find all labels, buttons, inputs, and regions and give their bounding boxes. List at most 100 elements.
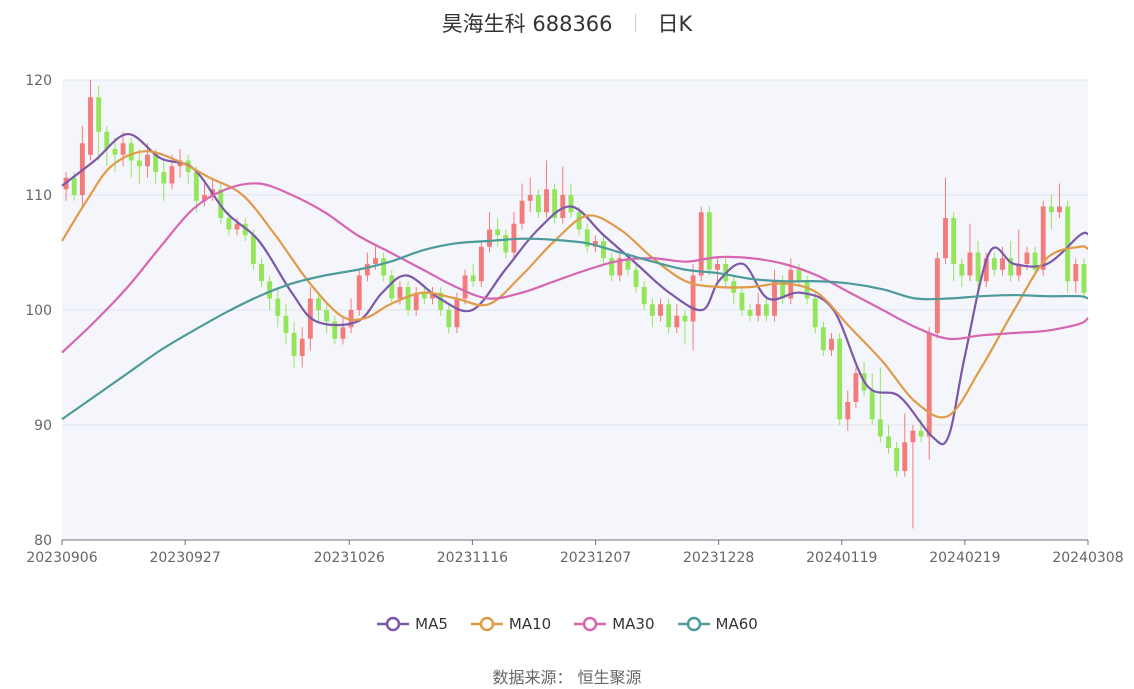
candle-body bbox=[373, 258, 378, 264]
candle-body bbox=[886, 436, 891, 448]
legend-label: MA60 bbox=[715, 615, 758, 633]
candle-body bbox=[283, 315, 289, 333]
legend-item-ma30[interactable]: MA30 bbox=[573, 615, 655, 633]
candle-body bbox=[478, 246, 484, 282]
legend-item-ma5[interactable]: MA5 bbox=[376, 615, 448, 633]
candle-body bbox=[763, 304, 769, 316]
candle-body bbox=[902, 442, 908, 471]
x-tick-label: 20231116 bbox=[437, 550, 508, 566]
candle-body bbox=[649, 304, 655, 316]
candle-body bbox=[397, 287, 403, 299]
candle-body bbox=[128, 143, 134, 161]
x-axis: 20230906 20230927 20231026 20231116 20231207… bbox=[26, 539, 1124, 566]
candle-body bbox=[487, 229, 492, 247]
candle-body bbox=[544, 189, 549, 213]
candle-body bbox=[796, 269, 802, 282]
candle-body bbox=[120, 143, 126, 155]
candle-body bbox=[975, 252, 981, 282]
candle-body bbox=[959, 264, 965, 276]
candle-body bbox=[682, 315, 688, 322]
candle-body bbox=[145, 154, 150, 167]
candle-body bbox=[820, 327, 826, 351]
candle-body bbox=[291, 333, 297, 356]
candle-body bbox=[316, 298, 321, 310]
y-axis: 120 110 100 90 80 bbox=[25, 73, 52, 549]
candle-body bbox=[535, 195, 541, 213]
legend-swatch bbox=[377, 616, 410, 632]
candle-body bbox=[275, 298, 281, 316]
candle-body bbox=[1000, 258, 1005, 270]
source-value: 恒生聚源 bbox=[577, 668, 642, 687]
candle-body bbox=[161, 172, 167, 184]
candle-body bbox=[926, 333, 932, 437]
x-tick-label: 20240119 bbox=[806, 550, 877, 566]
candle-body bbox=[169, 166, 175, 184]
candle-body bbox=[250, 235, 256, 264]
candle-body bbox=[470, 275, 476, 282]
candle-body bbox=[609, 258, 615, 276]
candle-body bbox=[96, 97, 102, 132]
x-tick-label: 20231026 bbox=[314, 550, 385, 566]
candle-body bbox=[853, 373, 859, 402]
legend-swatch bbox=[470, 616, 503, 632]
candle-body bbox=[910, 430, 916, 443]
x-tick-label: 20230927 bbox=[149, 550, 220, 566]
x-tick-label: 20230906 bbox=[26, 550, 97, 566]
candle-body bbox=[324, 310, 330, 322]
kline-chart: 1201101009080 20230906 20230927 20231026 20… bbox=[25, 73, 1124, 566]
candle-body bbox=[389, 275, 395, 299]
candle-body bbox=[991, 258, 997, 270]
candle-body bbox=[829, 338, 834, 351]
candle-body bbox=[666, 304, 672, 328]
candle-body bbox=[755, 304, 761, 316]
candle-body bbox=[658, 304, 663, 316]
candle-body bbox=[462, 275, 468, 299]
candle-body bbox=[136, 160, 142, 167]
y-tick-label: 80 bbox=[34, 533, 52, 549]
candle-body bbox=[446, 310, 452, 328]
candle-body bbox=[869, 390, 875, 420]
x-tick-label: 20231228 bbox=[683, 550, 754, 566]
candle-body bbox=[519, 200, 525, 224]
candle-body bbox=[706, 212, 712, 270]
candle-body bbox=[739, 292, 745, 310]
candle-body bbox=[503, 235, 509, 253]
candle-body bbox=[894, 448, 900, 471]
candle-body bbox=[88, 97, 93, 155]
x-tick-label: 20231207 bbox=[560, 550, 631, 566]
candle-body bbox=[633, 269, 639, 287]
candle-body bbox=[112, 149, 118, 155]
candle-body bbox=[193, 172, 199, 201]
legend-item-ma10[interactable]: MA10 bbox=[470, 615, 551, 633]
legend: MA5 MA10 MA30 MA60 bbox=[0, 612, 1134, 636]
x-tick-label: 20240219 bbox=[929, 550, 1000, 566]
legend-label: MA5 bbox=[415, 615, 448, 633]
legend-swatch bbox=[574, 616, 607, 632]
y-tick-label: 120 bbox=[25, 73, 52, 89]
candle-body bbox=[837, 338, 843, 420]
candle-body bbox=[381, 258, 387, 276]
legend-label: MA10 bbox=[508, 615, 552, 633]
candle-body bbox=[1057, 206, 1062, 213]
candle-body bbox=[698, 212, 704, 276]
candle-body bbox=[804, 281, 810, 299]
candle-body bbox=[674, 315, 680, 328]
candle-body bbox=[918, 430, 924, 437]
legend-label: MA30 bbox=[612, 615, 655, 633]
candle-body bbox=[967, 252, 973, 276]
candle-body bbox=[495, 229, 501, 236]
candle-body bbox=[71, 177, 77, 195]
candle-body bbox=[527, 195, 533, 201]
legend-item-ma60[interactable]: MA60 bbox=[677, 615, 758, 633]
candle-body bbox=[364, 264, 370, 276]
candle-body bbox=[1081, 264, 1087, 293]
data-source: 数据来源： 恒生聚源 bbox=[0, 664, 1134, 688]
candle-body bbox=[934, 258, 940, 333]
candle-body bbox=[1073, 264, 1079, 282]
candle-body bbox=[877, 419, 883, 437]
candle-body bbox=[259, 264, 264, 282]
candle-body bbox=[747, 310, 753, 316]
candle-body bbox=[568, 195, 574, 213]
candle-body bbox=[454, 298, 460, 328]
candle-body bbox=[951, 218, 957, 264]
